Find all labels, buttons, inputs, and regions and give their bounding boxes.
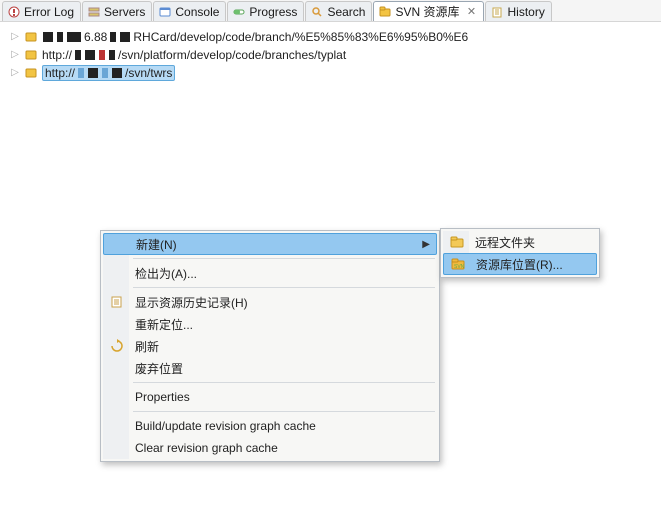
menu-item-label: 新建(N)	[136, 236, 177, 253]
close-icon[interactable]: ✕	[465, 6, 477, 18]
tab-label: Servers	[104, 5, 145, 19]
view-tab-bar: Error Log Servers Console Progress Searc…	[0, 0, 661, 22]
tab-servers[interactable]: Servers	[82, 1, 152, 21]
tab-label: History	[507, 5, 544, 19]
menu-item-label: Build/update revision graph cache	[135, 419, 316, 433]
tab-console[interactable]: Console	[153, 1, 226, 21]
menu-item-label: 废弃位置	[135, 360, 183, 377]
menu-item-label: 检出为(A)...	[135, 265, 197, 282]
tab-label: Search	[327, 5, 365, 19]
menu-item-new[interactable]: 新建(N) ▶	[103, 233, 437, 255]
refresh-icon	[109, 338, 125, 354]
expander-icon[interactable]: ▷	[10, 32, 20, 42]
repo-url: 6.88 RHCard/develop/code/branch/%E5%85%8…	[42, 30, 468, 44]
svn-repo-icon	[378, 5, 392, 19]
tree-row[interactable]: ▷ http:// /svn/platform/develop/code/bra…	[4, 46, 657, 64]
menu-item-show-history[interactable]: 显示资源历史记录(H)	[103, 291, 437, 313]
progress-icon	[232, 5, 246, 19]
submenu-arrow-icon: ▶	[422, 239, 430, 250]
error-log-icon	[7, 5, 21, 19]
menu-item-refresh[interactable]: 刷新	[103, 335, 437, 357]
menu-separator	[133, 258, 435, 259]
history-small-icon	[109, 294, 125, 310]
folder-icon	[449, 234, 465, 250]
menu-item-checkout-as[interactable]: 检出为(A)...	[103, 262, 437, 284]
tab-svn-repositories[interactable]: SVN 资源库 ✕	[373, 1, 484, 21]
svg-text:SVN: SVN	[454, 264, 465, 270]
servers-icon	[87, 5, 101, 19]
console-icon	[158, 5, 172, 19]
submenu-item-repo-location[interactable]: SVN 资源库位置(R)...	[443, 253, 597, 275]
tab-progress[interactable]: Progress	[227, 1, 304, 21]
menu-separator	[133, 411, 435, 412]
menu-item-label: Properties	[135, 390, 190, 404]
tab-label: SVN 资源库	[395, 3, 459, 20]
repo-url: http:// /svn/twrs	[42, 65, 175, 81]
repo-location-icon	[24, 30, 38, 44]
expander-icon[interactable]: ▷	[10, 68, 20, 78]
menu-item-build-graph-cache[interactable]: Build/update revision graph cache	[103, 415, 437, 437]
repo-url: http:// /svn/platform/develop/code/branc…	[42, 48, 346, 62]
tab-label: Progress	[249, 5, 297, 19]
tab-history[interactable]: History	[485, 1, 551, 21]
menu-item-properties[interactable]: Properties	[103, 386, 437, 408]
menu-item-discard-location[interactable]: 废弃位置	[103, 357, 437, 379]
tab-label: Error Log	[24, 5, 74, 19]
tab-label: Console	[175, 5, 219, 19]
menu-item-label: 刷新	[135, 338, 159, 355]
menu-separator	[133, 382, 435, 383]
tab-search[interactable]: Search	[305, 1, 372, 21]
svn-location-icon: SVN	[450, 256, 466, 272]
context-submenu-new: 远程文件夹 SVN 资源库位置(R)...	[440, 228, 600, 278]
expander-icon[interactable]: ▷	[10, 50, 20, 60]
tree-row[interactable]: ▷ 6.88 RHCard/develop/code/branch/%E5%85…	[4, 28, 657, 46]
history-icon	[490, 5, 504, 19]
menu-item-label: Clear revision graph cache	[135, 441, 278, 455]
submenu-item-remote-folder[interactable]: 远程文件夹	[443, 231, 597, 253]
repo-location-icon	[24, 48, 38, 62]
menu-separator	[133, 287, 435, 288]
tree-row[interactable]: ▷ http:// /svn/twrs	[4, 64, 657, 82]
tab-error-log[interactable]: Error Log	[2, 1, 81, 21]
menu-item-relocate[interactable]: 重新定位...	[103, 313, 437, 335]
menu-item-label: 资源库位置(R)...	[476, 256, 563, 273]
menu-item-label: 显示资源历史记录(H)	[135, 294, 248, 311]
menu-item-label: 远程文件夹	[475, 234, 535, 251]
menu-item-label: 重新定位...	[135, 316, 193, 333]
search-icon	[310, 5, 324, 19]
menu-item-clear-graph-cache[interactable]: Clear revision graph cache	[103, 437, 437, 459]
repo-location-icon	[24, 66, 38, 80]
context-menu: 新建(N) ▶ 检出为(A)... 显示资源历史记录(H) 重新定位... 刷新…	[100, 230, 440, 462]
